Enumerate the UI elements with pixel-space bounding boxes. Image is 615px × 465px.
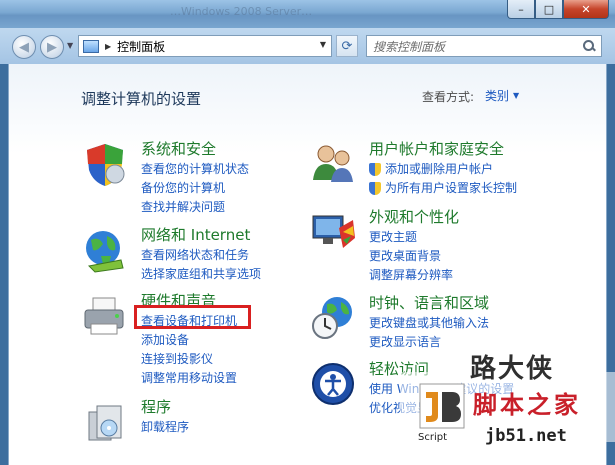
address-bar[interactable]: ▶ 控制面板 ▼	[78, 35, 332, 57]
page-title: 调整计算机的设置	[81, 90, 202, 108]
link-network-status[interactable]: 查看网络状态和任务	[141, 246, 261, 265]
recent-pages-dropdown[interactable]: ▼	[67, 41, 73, 50]
close-button[interactable]: ✕	[563, 0, 609, 19]
link-change-wallpaper[interactable]: 更改桌面背景	[369, 247, 453, 266]
watermark-url: jb51.net	[485, 426, 567, 446]
category-title[interactable]: 系统和安全	[141, 138, 216, 159]
watermark: 路大侠 Script 脚本之家 jb51.net	[400, 350, 615, 465]
category-title[interactable]: 外观和个性化	[369, 206, 459, 227]
link-add-device[interactable]: 添加设备	[141, 331, 237, 350]
breadcrumb-chevron-icon[interactable]: ▶	[105, 42, 111, 51]
jb-logo-icon	[419, 383, 465, 429]
link-mobility-settings[interactable]: 调整常用移动设置	[141, 369, 237, 388]
link-troubleshoot[interactable]: 查找并解决问题	[141, 198, 249, 217]
monitor-palette-icon[interactable]	[309, 208, 357, 256]
back-button[interactable]: ◀	[12, 35, 36, 59]
category-title[interactable]: 用户帐户和家庭安全	[369, 138, 504, 159]
view-by-dropdown[interactable]: 类别 ▼	[485, 87, 519, 104]
watermark-text-1: 路大侠	[470, 354, 555, 384]
watermark-script: Script	[418, 432, 448, 443]
category-title[interactable]: 网络和 Internet	[141, 224, 250, 245]
search-icon[interactable]	[582, 39, 596, 53]
category-title[interactable]: 程序	[141, 396, 171, 417]
control-panel-icon	[83, 39, 99, 53]
programs-icon[interactable]	[81, 398, 129, 446]
link-view-computer-status[interactable]: 查看您的计算机状态	[141, 160, 249, 179]
forward-arrow-icon: ▶	[47, 39, 57, 55]
link-change-theme[interactable]: 更改主题	[369, 228, 453, 247]
window-controls: – □ ✕	[507, 0, 609, 19]
link-uninstall-program[interactable]: 卸载程序	[141, 418, 189, 437]
link-connect-projector[interactable]: 连接到投影仪	[141, 350, 237, 369]
highlight-box	[134, 305, 251, 329]
shield-icon[interactable]	[81, 140, 129, 188]
printer-icon[interactable]	[81, 292, 129, 340]
view-by-label: 查看方式:	[422, 90, 475, 104]
watermark-text-2: 脚本之家	[473, 391, 581, 419]
link-backup-computer[interactable]: 备份您的计算机	[141, 179, 249, 198]
category-title[interactable]: 时钟、语言和区域	[369, 292, 489, 313]
breadcrumb-control-panel[interactable]: 控制面板	[117, 38, 165, 55]
maximize-button[interactable]: □	[535, 0, 563, 19]
ease-of-access-icon[interactable]	[309, 360, 357, 408]
search-box[interactable]: 搜索控制面板	[366, 35, 602, 57]
link-add-remove-accounts[interactable]: 添加或删除用户帐户	[369, 160, 517, 179]
link-homegroup-sharing[interactable]: 选择家庭组和共享选项	[141, 265, 261, 284]
title-bar: …Windows 2008 Server… – □ ✕	[0, 0, 615, 28]
ghost-title: …Windows 2008 Server…	[170, 5, 313, 18]
refresh-icon: ⟳	[341, 38, 353, 54]
navigation-bar: ◀ ▶ ▼ ▶ 控制面板 ▼ ⟳ 搜索控制面板	[0, 28, 615, 64]
link-change-keyboard[interactable]: 更改键盘或其他输入法	[369, 314, 489, 333]
link-screen-resolution[interactable]: 调整屏幕分辨率	[369, 266, 453, 285]
clock-globe-icon[interactable]	[309, 294, 357, 342]
forward-button[interactable]: ▶	[40, 35, 64, 59]
users-icon[interactable]	[309, 140, 357, 188]
view-by-value: 类别	[485, 89, 510, 103]
network-globe-icon[interactable]	[81, 226, 129, 274]
address-dropdown-icon[interactable]: ▼	[320, 40, 326, 49]
refresh-button[interactable]: ⟳	[336, 35, 358, 57]
minimize-button[interactable]: –	[507, 0, 535, 19]
search-input[interactable]: 搜索控制面板	[373, 38, 582, 55]
link-parental-controls[interactable]: 为所有用户设置家长控制	[369, 179, 517, 198]
back-arrow-icon: ◀	[19, 39, 29, 55]
chevron-down-icon: ▼	[513, 91, 520, 100]
